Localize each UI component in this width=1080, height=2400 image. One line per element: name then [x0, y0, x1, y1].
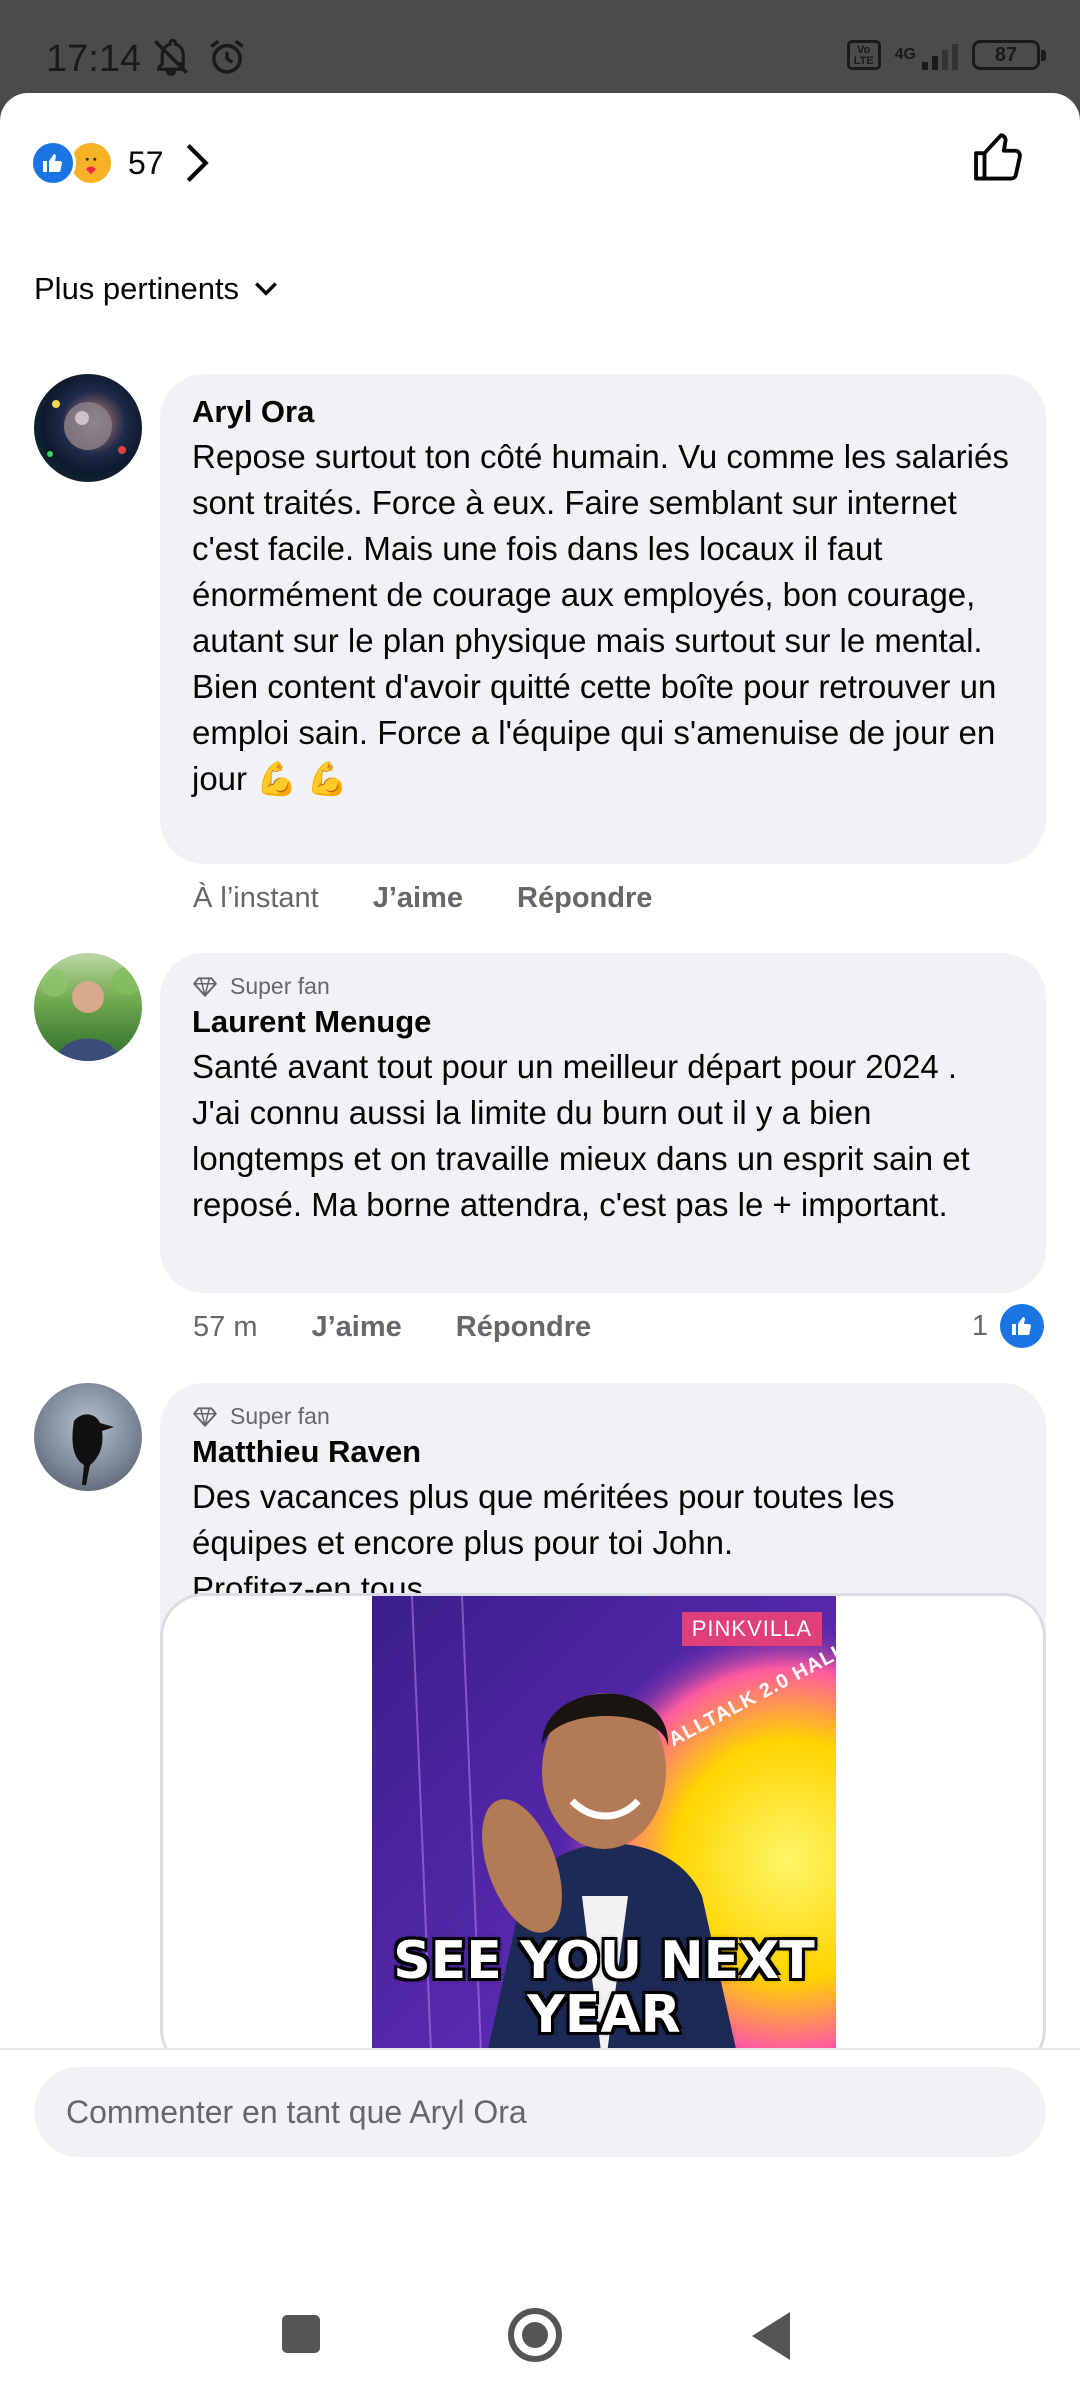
status-indicators: Vo LTE 4G 87	[846, 40, 1046, 70]
reaction-count: 1	[971, 1309, 988, 1342]
comment-reaction-count[interactable]: 1	[972, 1304, 1044, 1348]
status-time: 17:14	[46, 38, 142, 80]
comment-time[interactable]: À l’instant	[193, 882, 319, 915]
gif-image[interactable]: PINKVILLA SEE YOU NEXT YEAR ALLTALK 2.0 …	[372, 1596, 836, 2070]
super-fan-badge: Super fan	[192, 973, 1014, 1000]
signal-icon	[922, 40, 958, 70]
badge-label: Super fan	[230, 973, 330, 999]
comment-author[interactable]: Matthieu Raven	[192, 1434, 1014, 1470]
comment-author[interactable]: Aryl Ora	[192, 394, 1014, 430]
comment-reply-button[interactable]: Répondre	[517, 882, 652, 915]
recents-button[interactable]	[282, 2315, 320, 2353]
diamond-icon	[193, 1406, 217, 1427]
comment-text: Repose surtout ton côté humain. Vu comme…	[192, 438, 1019, 797]
comment-like-button[interactable]: J’aime	[311, 1311, 401, 1344]
home-button[interactable]	[508, 2308, 562, 2362]
volte-icon: Vo LTE	[846, 40, 881, 70]
comment-bubble[interactable]: Super fan Laurent Menuge Santé avant tou…	[160, 953, 1046, 1293]
comment-actions: À l’instant J’aime Répondre	[193, 882, 652, 915]
reaction-count: 57	[128, 144, 164, 181]
sort-dropdown[interactable]: Plus pertinents	[34, 271, 279, 307]
comment-bubble[interactable]: Aryl Ora Repose surtout ton côté humain.…	[160, 374, 1046, 864]
comment-text: Santé avant tout pour un meilleur départ…	[192, 1048, 979, 1223]
like-post-icon[interactable]	[970, 129, 1028, 187]
badge-label: Super fan	[230, 1403, 330, 1429]
status-bar: 17:14 Vo LTE 4G 87	[0, 0, 1080, 95]
like-reaction-icon	[1000, 1304, 1044, 1348]
gif-brand-label: PINKVILLA	[681, 1612, 822, 1646]
comment-author[interactable]: Laurent Menuge	[192, 1004, 1014, 1040]
system-nav-bar	[0, 2170, 1080, 2400]
gif-attachment[interactable]: PINKVILLA SEE YOU NEXT YEAR ALLTALK 2.0 …	[160, 1593, 1046, 2073]
like-reaction-icon	[30, 140, 76, 186]
diamond-icon	[193, 976, 217, 997]
comment-input[interactable]: Commenter en tant que Aryl Ora	[34, 2067, 1046, 2157]
comment-reply-button[interactable]: Répondre	[456, 1311, 591, 1344]
alarm-icon	[210, 39, 244, 74]
comment-like-button[interactable]: J’aime	[373, 882, 463, 915]
network-type: 4G	[894, 46, 916, 63]
comment-actions: 57 m J’aime Répondre	[193, 1311, 591, 1344]
sort-label: Plus pertinents	[34, 271, 240, 306]
gif-caption: SEE YOU NEXT YEAR	[393, 1931, 815, 2045]
avatar[interactable]	[34, 1383, 142, 1491]
back-button[interactable]	[752, 2312, 790, 2360]
avatar[interactable]	[34, 953, 142, 1061]
chevron-right-icon	[186, 144, 209, 182]
super-fan-badge: Super fan	[192, 1403, 1014, 1430]
avatar[interactable]	[34, 374, 142, 482]
battery-indicator: 87	[972, 40, 1046, 70]
muted-bell-icon	[154, 38, 188, 77]
reactions-summary[interactable]: 57	[30, 133, 210, 193]
comment-time[interactable]: 57 m	[193, 1311, 257, 1344]
chevron-down-icon	[255, 282, 278, 296]
